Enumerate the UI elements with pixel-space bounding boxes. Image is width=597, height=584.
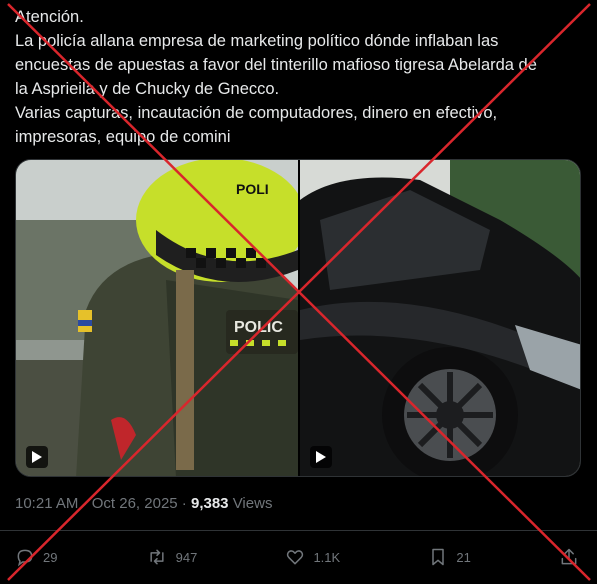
post-time[interactable]: 10:21 AM	[15, 495, 78, 512]
media-grid: POLI POLIC	[15, 159, 581, 477]
post-line: La policía allana empresa de marketing p…	[15, 32, 499, 50]
helmet-label: POLI	[236, 181, 269, 197]
meta-separator: ·	[177, 495, 191, 512]
divider	[0, 530, 597, 531]
post-metadata: 10:21 AM · Oct 26, 2025 · 9,383 Views	[15, 495, 272, 512]
bookmark-icon	[432, 548, 445, 566]
meta-separator: ·	[78, 495, 92, 512]
action-bar: 29 947 1.1K 21	[15, 543, 579, 571]
video-thumbnail-police[interactable]: POLI POLIC	[16, 160, 298, 476]
like-count: 1.1K	[313, 549, 341, 565]
post-line: encuestas de apuestas a favor del tinter…	[15, 56, 537, 74]
post-line: Varias capturas, incautación de computad…	[15, 104, 498, 122]
reply-button[interactable]: 29	[15, 547, 57, 567]
reply-icon	[17, 549, 33, 567]
vest-label: POLIC	[234, 319, 283, 336]
views-label: Views	[228, 495, 273, 512]
post-date[interactable]: Oct 26, 2025	[92, 495, 178, 512]
repost-icon	[150, 549, 164, 565]
heart-icon	[287, 550, 304, 565]
repost-button[interactable]: 947	[146, 547, 198, 567]
repost-count: 947	[175, 549, 198, 565]
share-button[interactable]	[559, 547, 579, 567]
bookmark-button[interactable]: 21	[428, 547, 471, 567]
play-icon[interactable]	[26, 446, 48, 468]
post-line: impresoras, equipo de comini	[15, 128, 231, 146]
post-line: la Asprieila y de Chucky de Gnecco.	[15, 80, 280, 98]
play-icon[interactable]	[310, 446, 332, 468]
post-text: Atención. La policía allana empresa de m…	[15, 5, 585, 149]
like-button[interactable]: 1.1K	[285, 547, 340, 567]
video-thumbnail-car[interactable]	[300, 160, 580, 476]
views-count: 9,383	[190, 495, 229, 512]
share-icon	[561, 548, 577, 565]
bookmark-count: 21	[456, 549, 471, 565]
reply-count: 29	[43, 549, 58, 565]
post-line: Atención.	[15, 8, 84, 26]
